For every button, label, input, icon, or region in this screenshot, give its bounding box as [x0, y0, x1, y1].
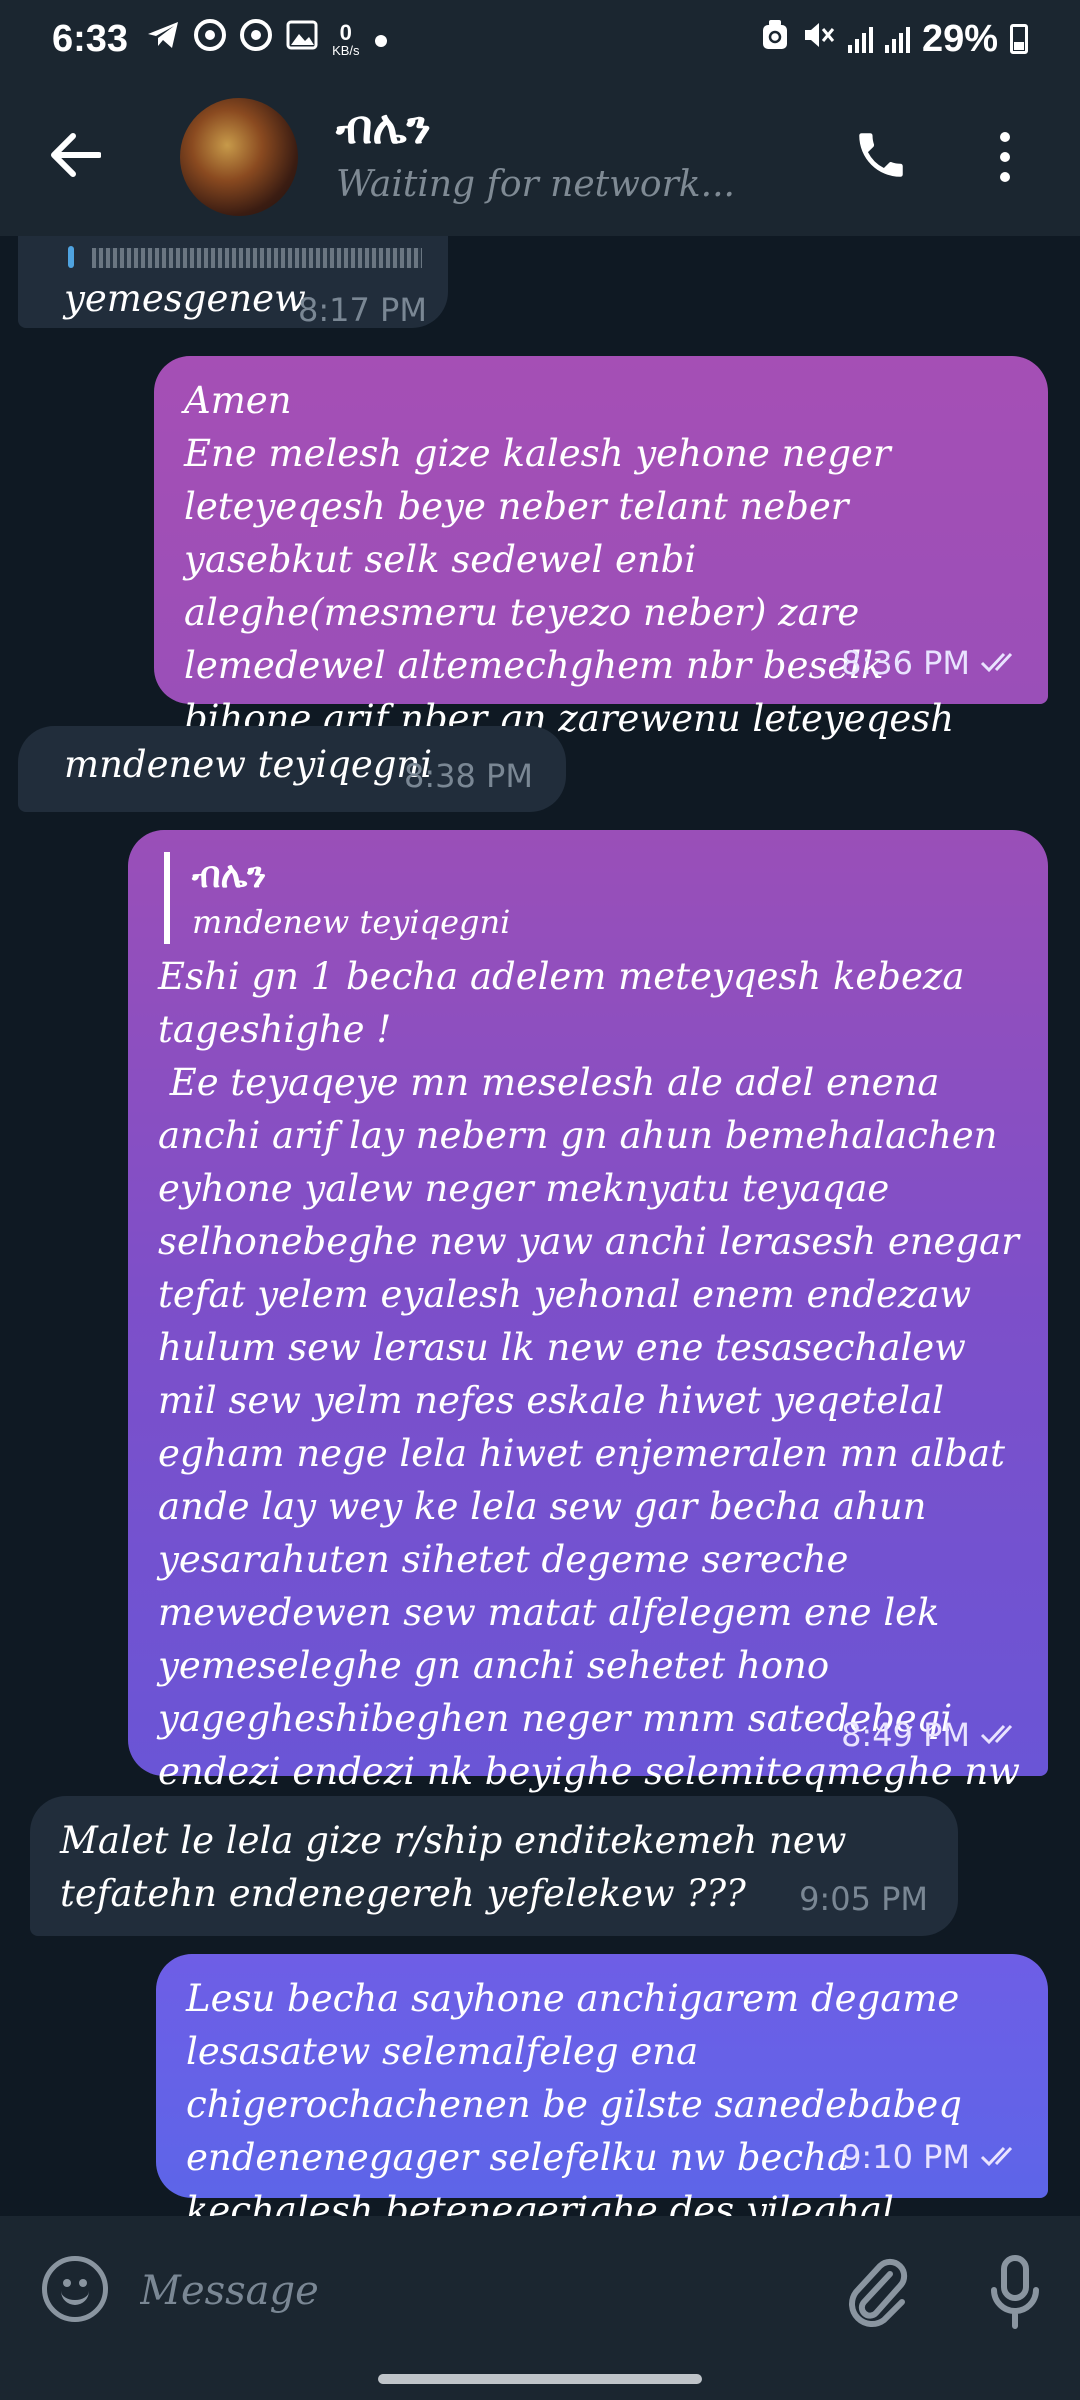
double-check-icon: [980, 2131, 1024, 2184]
connection-status: Waiting for network...: [336, 164, 735, 205]
call-button[interactable]: [846, 122, 916, 192]
microphone-icon: [980, 2255, 1050, 2336]
chat-title[interactable]: ብሌን Waiting for network...: [336, 100, 735, 205]
phone-icon: [852, 126, 910, 188]
message-text: yemesgenew: [64, 277, 306, 320]
message-time: 8:49 PM: [841, 1716, 970, 1754]
composer: [0, 2216, 1080, 2364]
net-speed: 0 KB/s: [332, 19, 360, 58]
double-check-icon: [980, 1709, 1024, 1762]
dot-icon: [374, 22, 388, 56]
message-incoming[interactable]: yemesgenew 8:17 PM: [18, 236, 448, 329]
more-vert-icon[interactable]: [980, 122, 1030, 192]
message-outgoing[interactable]: Lesu becha sayhone anchigarem degame les…: [156, 1954, 1048, 2216]
gallery-icon: [286, 20, 318, 58]
message-time: 9:05 PM: [799, 1880, 928, 1918]
reply-text: mndenew teyiqegni: [192, 903, 511, 941]
message-incoming[interactable]: Malet le lela gize r/ship enditekemeh ne…: [30, 1796, 958, 1936]
signal-icon: [847, 25, 873, 53]
emoji-icon[interactable]: [42, 2256, 108, 2322]
message-text: Eshi gn 1 becha adelem meteyqesh kebeza …: [158, 955, 1020, 1793]
gesture-nav-bar: [0, 2364, 1080, 2400]
double-check-icon: [980, 637, 1024, 690]
message-time: 8:36 PM: [841, 644, 970, 682]
message-input[interactable]: [140, 2256, 800, 2326]
recycle-icon: [760, 18, 790, 61]
message-list[interactable]: yemesgenew 8:17 PM Amen Ene melesh gize …: [0, 236, 1080, 2216]
status-bar: 6:33 0 KB/s 29%: [0, 0, 1080, 78]
message-text: mndenew teyiqegni: [64, 743, 433, 786]
reply-author: ብሌን: [192, 855, 267, 896]
message-time: 8:17 PM: [298, 291, 427, 329]
status-time: 6:33: [52, 17, 129, 60]
message-time: 9:10 PM: [841, 2138, 970, 2176]
blurred-spoiler: [92, 248, 422, 268]
battery-icon: [1010, 24, 1028, 54]
back-arrow-icon: [49, 132, 102, 182]
telegram-icon: [146, 20, 180, 58]
back-button[interactable]: [0, 78, 150, 236]
message-meta: 8:36 PM: [841, 637, 1024, 690]
message-incoming[interactable]: mndenew teyiqegni 8:38 PM: [18, 726, 566, 812]
attach-button[interactable]: [842, 2252, 912, 2332]
paperclip-icon: [842, 2258, 912, 2336]
signal-icon: [884, 25, 910, 53]
reply-quote-blurred: [68, 246, 74, 268]
message-meta: 8:49 PM: [841, 1709, 1024, 1762]
mute-icon: [802, 18, 836, 61]
chrome-icon: [240, 19, 273, 59]
message-time: 8:38 PM: [404, 757, 533, 795]
chat-header: ብሌን Waiting for network...: [0, 78, 1080, 236]
chrome-icon: [194, 19, 227, 59]
battery-percent: 29%: [921, 17, 998, 60]
contact-name: ብሌን: [336, 100, 431, 154]
avatar[interactable]: [180, 98, 298, 216]
message-outgoing[interactable]: ብሌን mndenew teyiqegni Eshi gn 1 becha ad…: [128, 830, 1048, 1793]
message-meta: 9:10 PM: [841, 2131, 1024, 2184]
reply-quote[interactable]: ብሌን mndenew teyiqegni: [164, 852, 1018, 944]
message-outgoing[interactable]: Amen Ene melesh gize kalesh yehone neger…: [154, 356, 1048, 793]
home-indicator[interactable]: [378, 2374, 702, 2384]
mic-button[interactable]: [980, 2252, 1050, 2332]
